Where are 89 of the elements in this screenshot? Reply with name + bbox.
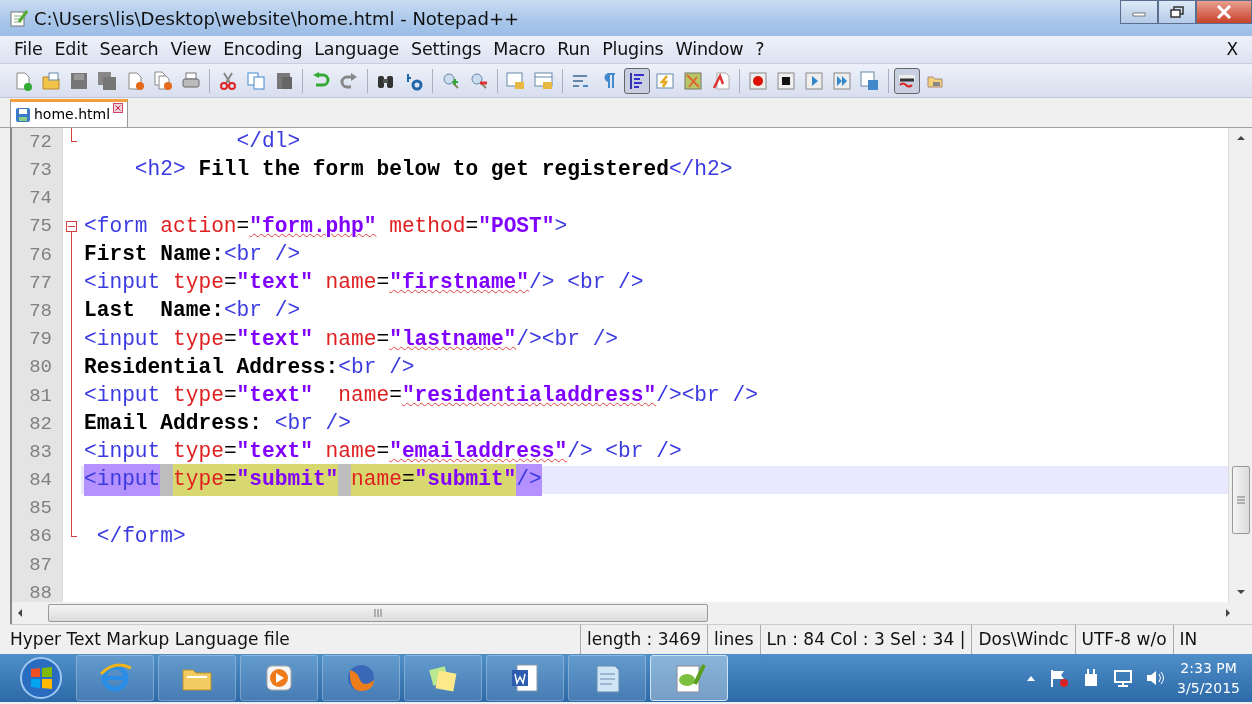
line-number: 80 — [12, 353, 62, 382]
menu-item[interactable]: Window — [669, 36, 750, 63]
vertical-scrollbar[interactable] — [1228, 128, 1252, 602]
map-icon — [683, 70, 703, 91]
grip-icon — [374, 609, 382, 617]
flag-icon[interactable] — [1049, 668, 1070, 688]
zoom-out-icon — [469, 70, 489, 91]
line-number: 87 — [12, 550, 62, 579]
code-line: Last Name:<br /> — [83, 297, 302, 325]
window-title: C:\Users\lis\Desktop\website\home.html - Notepad++ — [34, 6, 520, 31]
line-number: 75 — [12, 212, 62, 241]
close-button[interactable] — [1196, 0, 1252, 24]
network-icon[interactable] — [1113, 668, 1134, 688]
menu-item[interactable]: File — [8, 36, 49, 63]
line-number: 81 — [12, 381, 62, 410]
menu-item[interactable]: Macro — [487, 36, 552, 63]
close-tab-icon[interactable] — [113, 103, 124, 113]
line-number: 86 — [12, 522, 62, 551]
open-folder-icon — [41, 70, 61, 91]
line-number: 84 — [12, 466, 62, 495]
code-line: </dl> — [235, 128, 302, 156]
grip-icon — [1236, 496, 1245, 504]
clock[interactable]: 2:33 PM 3/5/2015 — [1177, 657, 1240, 699]
line-number: 73 — [12, 156, 62, 185]
copy-icon — [246, 70, 266, 91]
scrollbar-thumb[interactable] — [48, 604, 708, 622]
windows-logo-icon — [19, 656, 63, 700]
line-number: 82 — [12, 409, 62, 439]
code-line: First Name:<br /> — [83, 240, 302, 268]
fast-forward-icon — [832, 70, 852, 91]
menu-item[interactable]: Encoding — [217, 36, 309, 63]
function-list-icon — [711, 70, 731, 91]
stop-icon — [776, 70, 796, 91]
scissors-icon — [218, 70, 238, 91]
printer-icon — [181, 70, 201, 91]
close-document-button[interactable]: X — [1220, 36, 1244, 63]
line-number: 83 — [12, 438, 62, 467]
menu-item[interactable]: Plugins — [596, 36, 670, 63]
code-line: <input type="text" name="residentialaddress"/><br /> — [83, 381, 759, 409]
menu-item[interactable]: Run — [551, 36, 597, 63]
indent-guide-button[interactable] — [624, 67, 650, 94]
menu-item[interactable]: Language — [308, 36, 406, 63]
code-line: </form> — [95, 522, 187, 550]
new-file-icon — [13, 70, 33, 91]
menu-item[interactable]: View — [164, 36, 218, 63]
code-line: <input type="text" name="lastname"/><br /> — [83, 325, 620, 353]
minimize-button[interactable] — [1120, 0, 1158, 24]
menu-item[interactable]: Settings — [405, 36, 488, 63]
line-number: 72 — [12, 128, 62, 157]
line-number: 74 — [12, 184, 62, 213]
window-lightning-icon — [655, 70, 675, 91]
file-tab[interactable]: home.html — [10, 99, 129, 127]
sync-scroll-icon — [506, 70, 526, 91]
code-line: Residential Address:<br /> — [83, 353, 416, 381]
line-number: 79 — [12, 325, 62, 354]
close-icon — [1216, 5, 1232, 19]
line-number: 76 — [12, 240, 62, 269]
spellcheck-button[interactable] — [894, 67, 920, 94]
line-number: 78 — [12, 297, 62, 326]
redo-arrow-icon — [339, 70, 359, 91]
line-number: 85 — [12, 494, 62, 523]
fold-toggle[interactable] — [66, 220, 77, 232]
save-macro-icon — [860, 70, 880, 91]
line-number: 88 — [12, 579, 62, 602]
volume-icon[interactable] — [1145, 668, 1166, 688]
play-icon — [804, 70, 824, 91]
code-line: <form action="form.php" method="POST"> — [83, 212, 569, 240]
scrollbar-thumb[interactable] — [1231, 466, 1250, 534]
sync-scroll-icon — [534, 70, 554, 91]
close-files-icon — [153, 70, 173, 91]
status-text: Hyper Text Markup Language file — [10, 627, 291, 651]
restore-button[interactable] — [1158, 0, 1196, 24]
code-line: Email Address: <br /> — [83, 410, 353, 438]
indent-guide-icon — [627, 70, 647, 91]
code-line: <input type="text" name="firstname"/> <br /> — [83, 269, 645, 297]
notepad-icon — [10, 9, 28, 27]
menu-item[interactable]: Search — [93, 36, 165, 63]
floppy-disks-icon — [97, 70, 117, 91]
close-file-icon — [125, 70, 145, 91]
line-number: 77 — [12, 268, 62, 298]
code-line: <input type="text" name="emailaddress"/> <br /> — [83, 438, 683, 466]
code-line: <h2> Fill the form below to get registered</h2> — [133, 156, 734, 184]
restore-icon — [1170, 6, 1184, 18]
menu-item[interactable]: ? — [749, 36, 771, 63]
menu-item[interactable]: Edit — [48, 36, 94, 63]
record-icon — [748, 70, 768, 91]
paste-icon — [274, 70, 294, 91]
taskbar-button[interactable] — [650, 655, 728, 701]
zoom-in-icon — [441, 70, 461, 91]
